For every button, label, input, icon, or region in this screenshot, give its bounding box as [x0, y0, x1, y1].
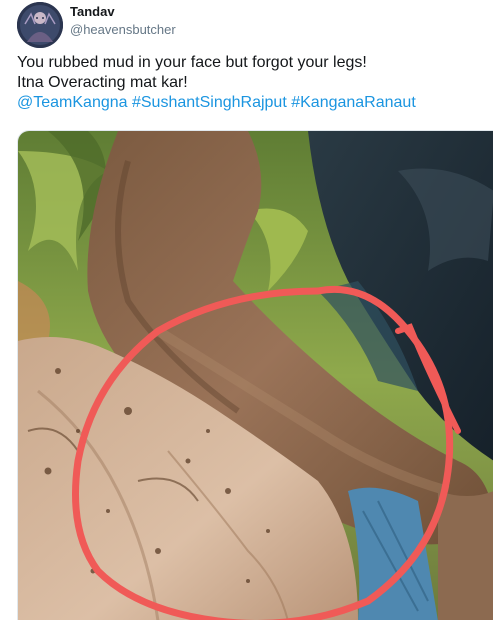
tweet-card[interactable]: Tandav @heavensbutcher You rubbed mud in…	[0, 0, 493, 620]
author-handle[interactable]: @heavensbutcher	[70, 21, 176, 38]
author-display-name[interactable]: Tandav	[70, 4, 176, 20]
author-avatar[interactable]	[17, 2, 63, 48]
author-block: Tandav @heavensbutcher	[70, 4, 176, 38]
tweet-text-line-2: Itna Overacting mat kar!	[17, 74, 188, 91]
tweet-text: You rubbed mud in your face but forgot y…	[17, 53, 477, 113]
tweet-media-photo[interactable]	[17, 130, 493, 620]
tweet-tags: @TeamKangna #SushantSinghRajput #Kangana…	[17, 93, 477, 113]
hashtag-sushantsinghrajput[interactable]: #SushantSinghRajput	[132, 94, 287, 111]
mention-teamkangna[interactable]: @TeamKangna	[17, 94, 128, 111]
photo-icon	[18, 131, 493, 620]
tweet-text-line-1: You rubbed mud in your face but forgot y…	[17, 54, 367, 71]
hashtag-kanganaranaut[interactable]: #KanganaRanaut	[291, 94, 416, 111]
avatar-image-icon	[17, 2, 63, 48]
